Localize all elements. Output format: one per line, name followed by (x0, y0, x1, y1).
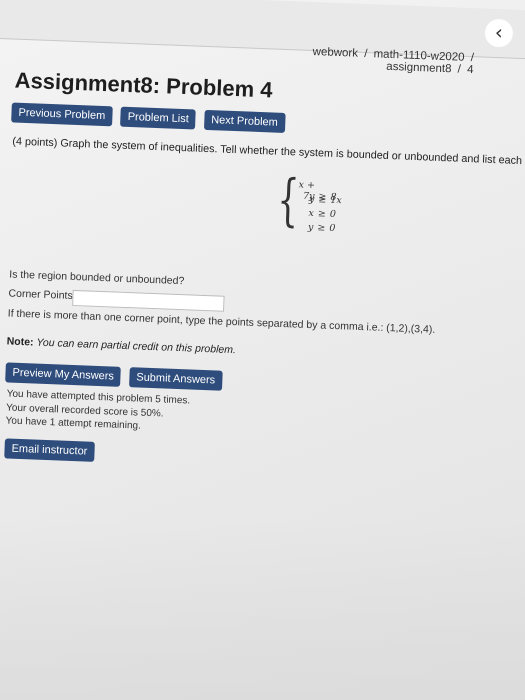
breadcrumb-assignment[interactable]: assignment8 (386, 61, 452, 75)
page-title: Assignment8: Problem 4 (14, 67, 273, 103)
breadcrumb-separator: / (457, 63, 462, 76)
submit-answers-button[interactable]: Submit Answers (128, 367, 223, 391)
inequality-rhs: 0 (329, 222, 336, 234)
note-text: You can earn partial credit on this prob… (36, 336, 237, 357)
inequality-op: ≥ (317, 222, 326, 234)
inequality-lhs: y (308, 193, 315, 206)
email-instructor-button[interactable]: Email instructor (4, 438, 95, 462)
inequality-op: ≥ (317, 208, 327, 220)
screen-glare (0, 520, 525, 700)
problem-statement: (4 points) Graph the system of inequalit… (12, 135, 525, 170)
corner-points-label: Corner Points: (8, 287, 76, 303)
inequality-rhs: 1x (330, 194, 342, 207)
problem-nav: Previous Problem Problem List Next Probl… (11, 102, 289, 133)
inequality-lhs: x (308, 207, 315, 220)
note: Note: You can earn partial credit on thi… (6, 335, 236, 356)
inequality-system: { x + 7y ≥8 y ≥1x x ≥0 y ≥0 (269, 168, 351, 243)
inequality-op: ≥ (318, 194, 327, 206)
breadcrumb-problem: 4 (466, 63, 474, 77)
inequality-rhs: 0 (329, 208, 337, 220)
screenshot-frame: ‹ webwork / math-1110-w2020 / assignment… (0, 0, 525, 700)
email-area: Email instructor (4, 438, 98, 462)
note-prefix: Note: (6, 335, 34, 349)
breadcrumb-separator: / (363, 47, 368, 61)
bounded-question: Is the region bounded or unbounded? (9, 268, 185, 288)
corner-points-hint: If there is more than one corner point, … (7, 307, 436, 336)
problem-list-button[interactable]: Problem List (120, 106, 197, 130)
attempt-info: You have attempted this problem 5 times.… (5, 387, 190, 435)
breadcrumb-webwork[interactable]: webwork (312, 46, 358, 60)
next-problem-button[interactable]: Next Problem (203, 109, 286, 133)
inequality-lhs: y (307, 221, 314, 234)
corner-points-input[interactable] (72, 289, 225, 312)
preview-answers-button[interactable]: Preview My Answers (5, 362, 122, 387)
answer-actions: Preview My Answers Submit Answers (5, 362, 226, 391)
back-icon[interactable]: ‹ (484, 18, 514, 48)
previous-problem-button[interactable]: Previous Problem (11, 102, 113, 127)
breadcrumb-separator: / (470, 52, 475, 65)
